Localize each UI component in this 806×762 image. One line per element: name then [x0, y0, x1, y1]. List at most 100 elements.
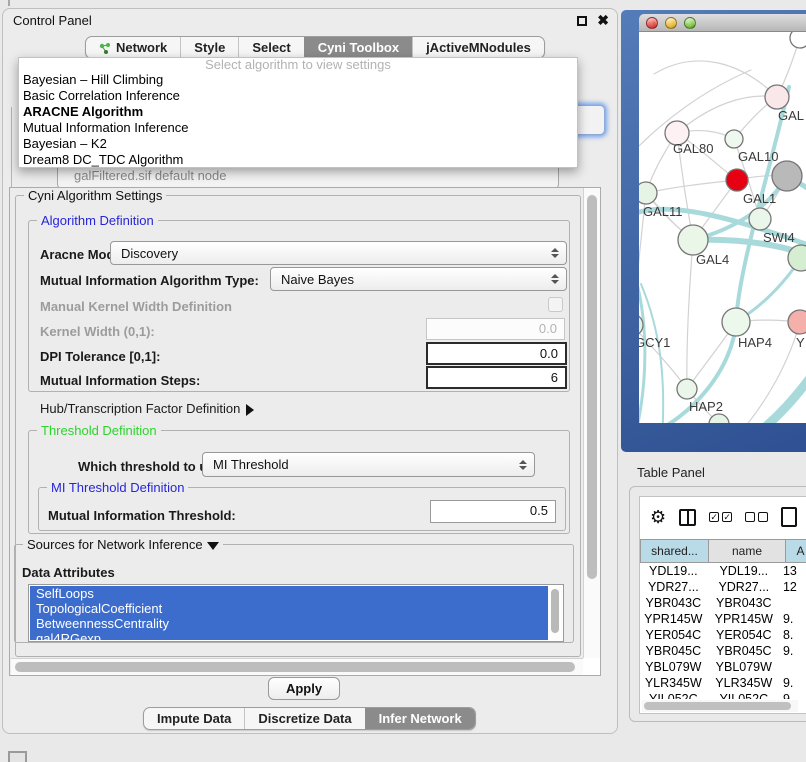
tab-jactivemnodules[interactable]: jActiveMNodules — [412, 37, 544, 58]
algorithm-option[interactable]: Bayesian – Hill Climbing — [19, 72, 577, 88]
tab-discretize-data[interactable]: Discretize Data — [244, 708, 364, 729]
network-node-hap2[interactable] — [677, 379, 697, 399]
column-header[interactable]: shared... — [640, 539, 709, 563]
dpi-tolerance-field[interactable]: 0.0 — [426, 342, 567, 365]
tab-style[interactable]: Style — [180, 37, 238, 58]
attribute-item[interactable]: BetweennessCentrality — [30, 616, 548, 631]
scrollbar-thumb[interactable] — [587, 195, 597, 579]
table-row[interactable]: YBR045CYBR045C9. — [640, 643, 806, 659]
algorithm-option[interactable]: Basic Correlation Inference — [19, 88, 577, 104]
aracne-mode-value: Discovery — [121, 246, 178, 261]
algorithm-option[interactable]: Bayesian – K2 — [19, 136, 577, 152]
table-row[interactable]: YBL079WYBL079W — [640, 659, 806, 675]
table-cell: 8. — [781, 627, 806, 643]
sources-group-title[interactable]: Sources for Network Inference — [23, 537, 223, 552]
mi-steps-field[interactable]: 6 — [426, 366, 567, 389]
table-row[interactable]: YDL19...YDL19...13 — [640, 563, 806, 579]
network-canvas[interactable]: GALGAL80GAL10GAL1GAL11SWI4GAL4GCY1HAP4YH… — [639, 32, 806, 423]
minimize-light-icon[interactable] — [665, 17, 677, 29]
tab-network[interactable]: Network — [86, 37, 180, 58]
tab-impute-data[interactable]: Impute Data — [144, 708, 244, 729]
table-row[interactable]: YIL052CYIL052C9. — [640, 691, 806, 699]
network-window[interactable]: GALGAL80GAL10GAL1GAL11SWI4GAL4GCY1HAP4YH… — [639, 14, 806, 423]
column-header[interactable]: name — [709, 539, 786, 563]
manual-kernel-width-checkbox[interactable] — [548, 297, 563, 312]
network-node-y[interactable] — [788, 310, 806, 334]
network-window-titlebar[interactable] — [639, 14, 806, 32]
scrollbar-thumb[interactable] — [551, 589, 559, 633]
table-row[interactable]: YPR145WYPR145W9. — [640, 611, 806, 627]
network-node[interactable] — [709, 414, 729, 423]
unchecked-boxes-icon[interactable] — [745, 512, 768, 522]
attribute-item[interactable]: SelfLoops — [30, 586, 548, 601]
network-node-swi4[interactable] — [749, 208, 771, 230]
table-cell: YPR145W — [640, 611, 707, 627]
scrollbar-thumb[interactable] — [15, 662, 575, 672]
attribute-item[interactable]: gal4RGexp — [30, 631, 548, 642]
tab-infer-network[interactable]: Infer Network — [365, 708, 475, 729]
node-label: GAL4 — [696, 252, 729, 267]
kernel-width-label: Kernel Width (0,1): — [40, 324, 155, 339]
control-panel-title: Control Panel — [13, 13, 92, 28]
node-label: GAL — [778, 108, 804, 123]
algorithm-option[interactable]: Mutual Information Inference — [19, 120, 577, 136]
settings-horizontal-scrollbar[interactable] — [11, 658, 583, 675]
zoom-light-icon[interactable] — [684, 17, 696, 29]
tab-select[interactable]: Select — [238, 37, 303, 58]
network-node-gal11[interactable] — [639, 182, 657, 204]
attribute-list-scrollbar[interactable] — [548, 586, 562, 640]
network-node-gal1[interactable] — [726, 169, 748, 191]
scrollbar-thumb[interactable] — [644, 702, 791, 710]
apply-button[interactable]: Apply — [268, 677, 340, 700]
close-icon[interactable]: ✖ — [597, 12, 609, 29]
table-row[interactable]: YER054CYER054C8. — [640, 627, 806, 643]
algorithm-option[interactable]: Dream8 DC_TDC Algorithm — [19, 152, 577, 168]
tab-label: Discretize Data — [258, 708, 351, 729]
table-horizontal-scrollbar[interactable] — [642, 700, 798, 712]
table-header-row: shared...nameA — [640, 539, 806, 563]
edge-artifact — [8, 0, 10, 6]
table-row[interactable]: YLR345WYLR345W9. — [640, 675, 806, 691]
mi-algorithm-type-label: Mutual Information Algorithm Type: — [40, 273, 259, 288]
table-cell: YBR045C — [707, 643, 781, 659]
network-node-gal10[interactable] — [725, 130, 743, 148]
mi-threshold-field[interactable]: 0.5 — [430, 500, 556, 523]
mi-algorithm-type-combo[interactable]: Naive Bayes — [270, 267, 567, 291]
aracne-mode-combo[interactable]: Discovery — [110, 241, 567, 265]
columns-icon[interactable] — [679, 509, 696, 526]
tab-label: jActiveMNodules — [426, 37, 531, 58]
network-node-gal4[interactable] — [678, 225, 708, 255]
table-row[interactable]: YDR27...YDR27...12 — [640, 579, 806, 595]
network-node[interactable] — [772, 161, 802, 191]
data-attributes-list[interactable]: SelfLoopsTopologicalCoefficientBetweenne… — [28, 584, 564, 642]
table-panel-title: Table Panel — [637, 465, 705, 480]
popup-header: Select algorithm to view settings — [19, 58, 577, 72]
gear-icon[interactable]: ⚙ — [650, 508, 666, 526]
checked-boxes-icon[interactable]: ✓✓ — [709, 512, 732, 522]
table-cell: YPR145W — [707, 611, 781, 627]
network-node-hap4[interactable] — [722, 308, 750, 336]
column-header[interactable]: A — [786, 539, 806, 563]
network-edge[interactable] — [646, 180, 737, 193]
network-node[interactable] — [790, 32, 806, 48]
attribute-item[interactable]: TopologicalCoefficient — [30, 601, 548, 616]
table-cell: YLR345W — [640, 675, 707, 691]
panel-border-fragment — [11, 107, 12, 195]
settings-vertical-scrollbar[interactable] — [583, 188, 600, 659]
algorithm-option[interactable]: ARACNE Algorithm — [19, 104, 577, 120]
sources-title-text: Sources for Network Inference — [27, 537, 203, 552]
table-cell: YER054C — [640, 627, 707, 643]
which-threshold-combo[interactable]: MI Threshold — [202, 452, 535, 477]
hub-definition-expander[interactable]: Hub/Transcription Factor Definition — [40, 401, 254, 416]
float-icon[interactable] — [577, 16, 587, 26]
network-edge-highlighted[interactable] — [757, 374, 806, 423]
kernel-width-field[interactable]: 0.0 — [426, 318, 565, 340]
network-edge[interactable] — [687, 240, 693, 389]
network-edge[interactable] — [654, 61, 777, 97]
tab-label: Select — [252, 37, 290, 58]
close-light-icon[interactable] — [646, 17, 658, 29]
tab-cyni-toolbox[interactable]: Cyni Toolbox — [304, 37, 412, 58]
network-node-gal[interactable] — [765, 85, 789, 109]
page-icon[interactable] — [781, 507, 797, 527]
table-row[interactable]: YBR043CYBR043C — [640, 595, 806, 611]
